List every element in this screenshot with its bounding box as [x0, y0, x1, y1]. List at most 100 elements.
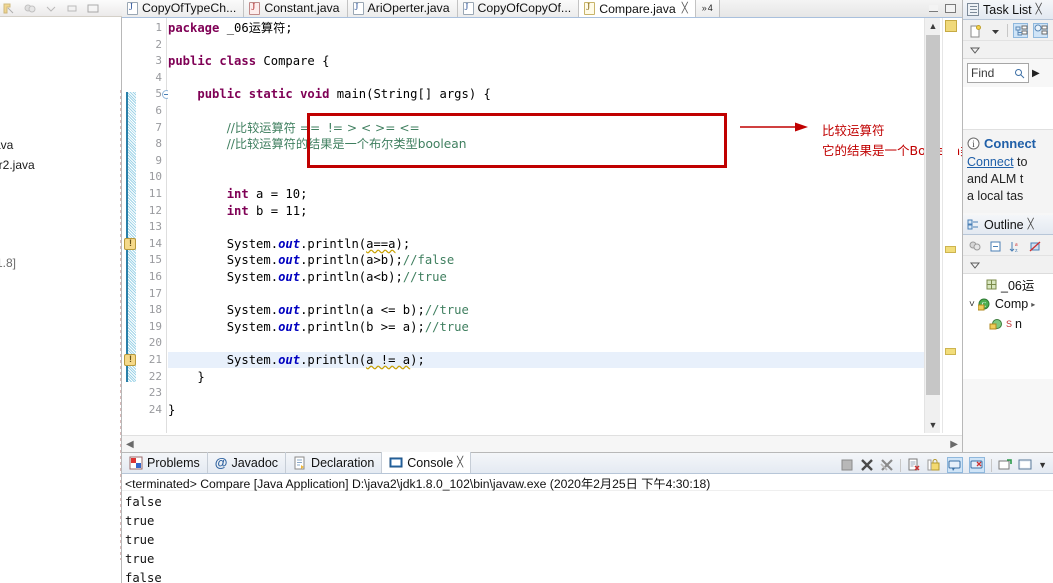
search-icon[interactable] [1014, 68, 1025, 79]
close-icon[interactable]: ╳ [457, 457, 463, 468]
terminate-icon[interactable] [840, 458, 854, 472]
minimize-icon[interactable] [929, 4, 938, 12]
code-line[interactable]: //比较运算符的结果是一个布尔类型boolean [168, 136, 467, 152]
code-line[interactable]: System.out.println(a>b);//false [168, 252, 455, 268]
code-line[interactable]: System.out.println(a==a); [168, 236, 410, 252]
minimize-icon[interactable] [65, 2, 79, 15]
chevron-down-icon[interactable]: ˅ [969, 299, 975, 310]
outline-item-class[interactable]: ˅ C Comp ▸ [963, 294, 1053, 314]
remove-all-terminated-icon[interactable] [880, 458, 894, 472]
tree-item-partial-2[interactable]: erter2.java [0, 158, 35, 172]
line-number: 16 [148, 270, 162, 283]
code-line[interactable] [168, 169, 175, 185]
scroll-down-arrow-icon[interactable]: ▼ [925, 417, 941, 433]
find-expand-arrow-icon[interactable]: ▶ [1032, 68, 1040, 79]
sort-icon[interactable]: az [1007, 238, 1022, 254]
editor-vertical-scrollbar[interactable]: ▲ ▼ [924, 18, 940, 433]
outline-tab[interactable]: Outline ╳ [963, 215, 1053, 235]
code-line[interactable]: public static void main(String[] args) { [168, 86, 491, 102]
console-output[interactable]: false true true true false [122, 491, 1053, 583]
scroll-left-arrow-icon[interactable]: ◀ [126, 439, 134, 450]
find-input[interactable]: Find [967, 63, 1029, 83]
tree-item-partial-1[interactable]: ava [0, 138, 13, 152]
outline-tree[interactable]: _06运 ˅ C Comp ▸ S n [963, 274, 1053, 379]
code-line[interactable]: int b = 11; [168, 203, 308, 219]
collapse-all-icon[interactable] [987, 238, 1002, 253]
editor-tab-2[interactable]: AriOperter.java [347, 0, 458, 17]
connect-link[interactable]: Connect [967, 155, 1014, 169]
new-task-icon[interactable] [967, 23, 982, 38]
chevron-down-icon[interactable] [987, 23, 1002, 38]
code-line[interactable] [168, 219, 175, 235]
overview-warning-mark[interactable] [945, 348, 956, 355]
scroll-right-arrow-icon[interactable]: ▶ [950, 439, 958, 450]
code-line[interactable] [168, 286, 175, 302]
code-line[interactable]: } [168, 369, 204, 385]
display-selected-console-icon[interactable] [969, 457, 986, 473]
outline-item-method[interactable]: S n [963, 314, 1053, 334]
code-line[interactable] [168, 153, 175, 169]
code-line[interactable]: } [168, 402, 175, 418]
code-line[interactable]: System.out.println(a != a); [168, 352, 939, 368]
pin-console-icon[interactable] [947, 457, 964, 473]
right-panel-column: Task List ╳ Find ▶ i Connect Connect to … [962, 0, 1053, 452]
tab-console-active[interactable]: Console ╳ [382, 452, 472, 473]
scrollbar-thumb[interactable] [926, 35, 940, 395]
editor-tab-0[interactable]: CopyOfTypeCh... [122, 0, 245, 17]
tab-javadoc[interactable]: @ Javadoc [208, 452, 287, 473]
expand-arrow-icon[interactable]: ▸ [1031, 300, 1035, 309]
task-list-content[interactable] [963, 87, 1053, 129]
close-icon[interactable]: ╳ [682, 3, 688, 14]
remove-launch-icon[interactable] [860, 458, 874, 472]
package-explorer-tree[interactable]: ava erter2.java -1.8] [0, 18, 121, 583]
editor-gutter[interactable]: 123456789101112131415161718192021222324 [122, 18, 171, 433]
hide-fields-icon[interactable] [1027, 238, 1042, 253]
code-line[interactable] [168, 385, 175, 401]
tab-declaration[interactable]: Declaration [286, 452, 383, 473]
focus-on-active-task-icon[interactable] [967, 238, 982, 253]
link-with-editor-icon[interactable] [2, 2, 16, 15]
close-icon[interactable]: ╳ [1036, 4, 1042, 15]
maximize-icon[interactable] [945, 3, 956, 13]
open-console-icon[interactable] [998, 458, 1012, 472]
tab-label: Problems [147, 455, 200, 470]
code-line[interactable]: System.out.println(b >= a);//true [168, 319, 469, 335]
scheduled-presentation-icon[interactable] [1033, 22, 1048, 38]
view-menu-chevron-icon[interactable] [969, 45, 982, 55]
editor-tab-overflow-count[interactable]: » 4 [695, 0, 720, 17]
view-menu-chevron-icon[interactable]: ▼ [1038, 460, 1047, 470]
code-line[interactable] [168, 37, 175, 53]
editor-horizontal-scrollbar[interactable]: ◀ ▶ [122, 435, 962, 452]
outline-item-package[interactable]: _06运 [963, 274, 1053, 294]
code-line[interactable]: int a = 10; [168, 186, 308, 202]
new-console-view-icon[interactable] [1018, 458, 1032, 472]
editor-tab-3[interactable]: CopyOfCopyOf... [457, 0, 580, 17]
warning-marker-icon[interactable] [124, 237, 136, 250]
code-line[interactable] [168, 103, 175, 119]
editor-tab-1[interactable]: Constant.java [244, 0, 348, 17]
view-menu-chevron-icon[interactable] [969, 260, 982, 270]
code-line[interactable]: //比较运算符 == != > < >= <= [168, 120, 420, 136]
scroll-up-arrow-icon[interactable]: ▲ [925, 18, 941, 34]
warning-marker-icon[interactable] [124, 354, 136, 366]
collapse-all-icon[interactable] [23, 2, 37, 15]
tab-problems[interactable]: Problems [122, 452, 208, 473]
clear-console-icon[interactable] [907, 458, 921, 472]
close-icon[interactable]: ╳ [1028, 219, 1034, 230]
overview-warning-mark[interactable] [945, 246, 956, 253]
task-list-tab[interactable]: Task List ╳ [963, 0, 1053, 20]
editor-overview-ruler[interactable] [942, 18, 958, 433]
code-line[interactable]: public class Compare { [168, 53, 329, 69]
categorized-presentation-icon[interactable] [1013, 22, 1028, 38]
view-menu-chevron-icon[interactable] [44, 2, 58, 15]
code-line[interactable]: package _06运算符; [168, 20, 293, 36]
code-text-area[interactable]: package _06运算符; public class Compare { p… [168, 18, 939, 433]
scroll-lock-icon[interactable] [927, 458, 941, 472]
code-line[interactable]: System.out.println(a <= b);//true [168, 302, 469, 318]
code-line[interactable] [168, 335, 175, 351]
code-line[interactable] [168, 70, 175, 86]
maximize-icon[interactable] [86, 2, 100, 15]
editor-tab-4-active[interactable]: Compare.java ╳ [579, 0, 696, 17]
tree-item-partial-3[interactable]: -1.8] [0, 256, 16, 270]
code-line[interactable]: System.out.println(a<b);//true [168, 269, 447, 285]
